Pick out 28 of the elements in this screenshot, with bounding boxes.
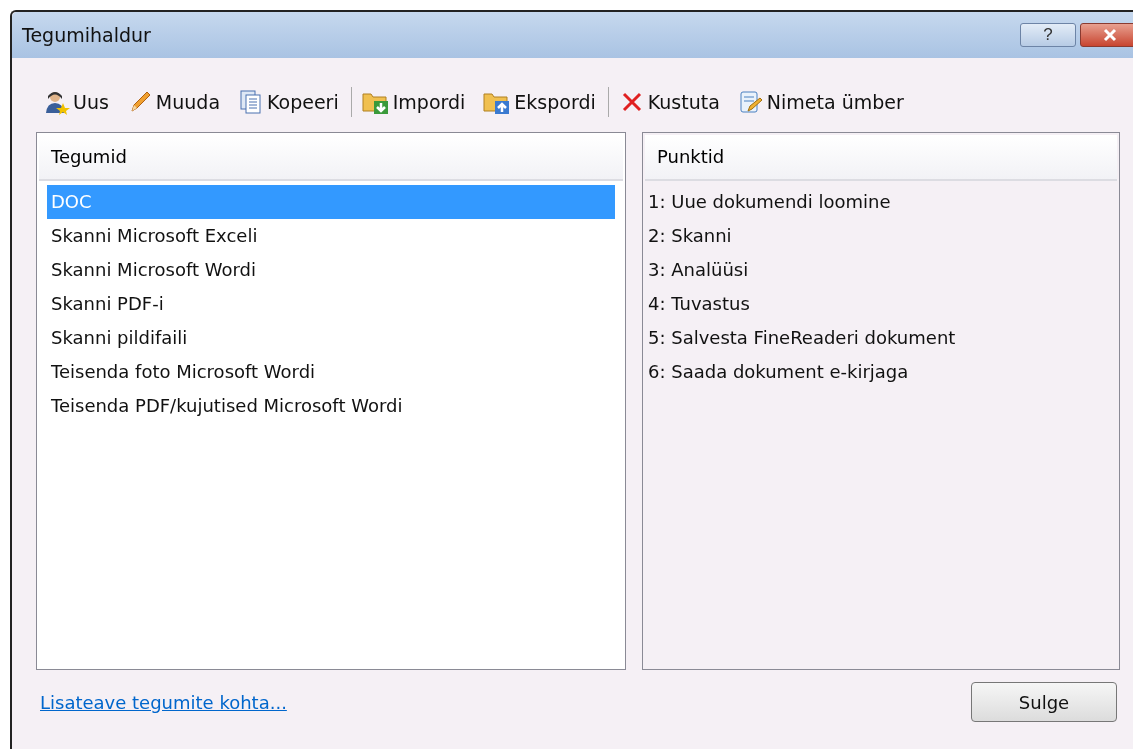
toolbar-button[interactable]: Kustuta (612, 89, 726, 115)
step-item: 4: Tuvastus (647, 292, 751, 316)
help-link[interactable]: Lisateave tegumite kohta... (40, 691, 287, 713)
note-pencil-icon (737, 89, 764, 115)
toolbar-button[interactable]: Muuda (120, 89, 227, 115)
step-item: 3: Analüüsi (647, 258, 750, 282)
task-item[interactable]: Skanni PDF-i (47, 287, 615, 321)
task-item[interactable]: Teisenda PDF/kujutised Microsoft Wordi (47, 389, 615, 423)
task-item[interactable]: Skanni Microsoft Exceli (47, 219, 615, 253)
close-dialog-button[interactable]: Sulge (971, 682, 1117, 722)
toolbar-button[interactable]: Impordi (355, 89, 472, 115)
step-item: 5: Salvesta FineReaderi dokument (647, 326, 957, 350)
window-title: Tegumihaldur (22, 24, 151, 46)
help-button[interactable]: ? (1020, 23, 1076, 47)
toolbar-button[interactable]: Kopeeri (232, 89, 345, 115)
toolbar-button[interactable]: Uus (38, 89, 115, 115)
column-header: Punktid (645, 135, 1117, 181)
toolbar-button[interactable]: Nimeta ümber (731, 89, 910, 115)
close-button[interactable] (1080, 23, 1133, 47)
close-icon (1101, 28, 1119, 42)
task-item[interactable]: Teisenda foto Microsoft Wordi (47, 355, 615, 389)
user-icon (44, 89, 70, 115)
toolbar-button[interactable]: Ekspordi (477, 89, 602, 115)
task-item[interactable]: Skanni Microsoft Wordi (47, 253, 615, 287)
task-item[interactable]: Skanni pildifaili (47, 321, 615, 355)
step-item: 2: Skanni (647, 224, 733, 248)
step-item: 1: Uue dokumendi loomine (647, 190, 892, 214)
step-item: 6: Saada dokument e-kirjaga (647, 360, 910, 384)
